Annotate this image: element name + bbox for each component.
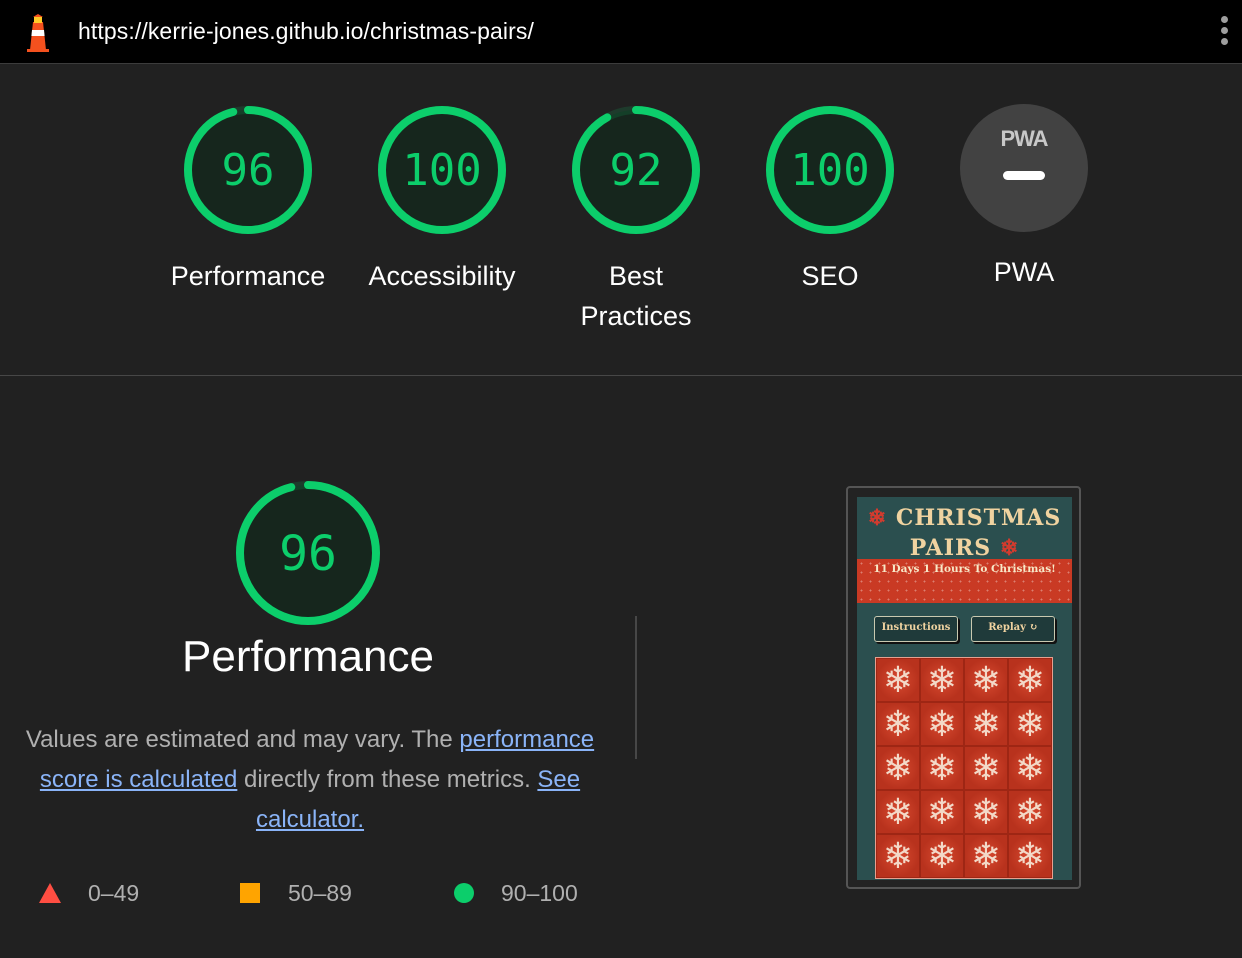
memory-card[interactable]: ❄	[1008, 702, 1052, 746]
memory-card[interactable]: ❄	[876, 702, 920, 746]
pwa-badge-text: PWA	[1000, 126, 1048, 151]
gauge-seo[interactable]: 100 SEO	[740, 104, 920, 296]
memory-card[interactable]: ❄	[920, 746, 964, 790]
description-text: Values are estimated and may vary. The	[25, 726, 460, 753]
gauge-score: 100	[402, 145, 481, 196]
triangle-icon	[39, 883, 61, 903]
card-grid: ❄ ❄ ❄ ❄ ❄ ❄ ❄ ❄ ❄ ❄ ❄ ❄ ❄ ❄ ❄ ❄ ❄ ❄ ❄ ❄	[875, 657, 1053, 879]
screenshot-content: ❄ CHRISTMAS PAIRS ❄ 11 Days 1 Hours To C…	[857, 497, 1072, 880]
performance-title: Performance	[182, 632, 434, 681]
snowflake-icon: ❄	[867, 505, 888, 531]
gauge-label: PWA	[993, 257, 1055, 287]
memory-card[interactable]: ❄	[1008, 834, 1052, 878]
memory-card[interactable]: ❄	[876, 834, 920, 878]
gauge-score: 96	[222, 145, 275, 196]
legend-range: 0–49	[88, 880, 140, 906]
snowflake-icon: ❄	[999, 535, 1020, 561]
gauge-score: 100	[790, 145, 869, 196]
memory-card[interactable]: ❄	[964, 790, 1008, 834]
legend-range: 90–100	[501, 880, 578, 906]
legend-pass: 90–100	[454, 878, 578, 908]
description-text: directly from these metrics.	[237, 766, 538, 793]
memory-card[interactable]: ❄	[964, 702, 1008, 746]
game-title-line2: PAIRS	[909, 535, 992, 561]
legend-range: 50–89	[288, 880, 352, 906]
gauge-label: SEO	[801, 261, 859, 291]
legend-average: 50–89	[240, 878, 352, 908]
gauge-accessibility[interactable]: 100 Accessibility	[352, 104, 532, 296]
pwa-badge: PWA	[960, 104, 1088, 232]
legend-fail: 0–49	[39, 878, 139, 908]
memory-card[interactable]: ❄	[876, 658, 920, 702]
memory-card[interactable]: ❄	[920, 658, 964, 702]
more-vert-icon[interactable]	[1216, 16, 1232, 50]
game-title: ❄ CHRISTMAS PAIRS ❄	[857, 503, 1072, 563]
address-bar: https://kerrie-jones.github.io/christmas…	[0, 0, 1242, 64]
memory-card[interactable]: ❄	[1008, 746, 1052, 790]
circle-icon	[454, 883, 474, 903]
gauge-label: Best Practices	[580, 261, 692, 331]
score-gauges: 96 Performance 100 Accessibility 92 Best…	[0, 66, 1242, 376]
gauge-ring: 96	[184, 106, 312, 234]
memory-card[interactable]: ❄	[876, 746, 920, 790]
memory-card[interactable]: ❄	[1008, 790, 1052, 834]
memory-card[interactable]: ❄	[964, 746, 1008, 790]
memory-card[interactable]: ❄	[876, 790, 920, 834]
vertical-divider	[635, 616, 637, 759]
memory-card[interactable]: ❄	[920, 702, 964, 746]
gauge-performance[interactable]: 96 Performance	[158, 104, 338, 296]
performance-description: Values are estimated and may vary. The p…	[20, 720, 600, 840]
memory-card[interactable]: ❄	[964, 658, 1008, 702]
gauge-ring: 100	[378, 106, 506, 234]
gauge-pwa[interactable]: PWA PWA	[934, 104, 1114, 292]
memory-card[interactable]: ❄	[964, 834, 1008, 878]
game-title-line1: CHRISTMAS	[895, 505, 1062, 531]
dash-icon	[1003, 171, 1045, 180]
score-legend: 0–49 50–89 90–100	[0, 878, 620, 908]
countdown-text: 11 Days 1 Hours To Christmas!	[873, 563, 1056, 575]
lighthouse-icon	[27, 14, 49, 52]
memory-card[interactable]: ❄	[1008, 658, 1052, 702]
instructions-button[interactable]: Instructions	[874, 616, 958, 642]
gauge-label: Accessibility	[368, 261, 516, 291]
square-icon	[240, 883, 260, 903]
gauge-label: Performance	[170, 261, 326, 291]
page-url: https://kerrie-jones.github.io/christmas…	[78, 18, 534, 44]
gauge-ring: 92	[572, 106, 700, 234]
performance-score: 96	[279, 526, 337, 582]
gauge-ring: 100	[766, 106, 894, 234]
performance-gauge: 96	[236, 481, 380, 625]
performance-summary: 96 Performance	[0, 480, 616, 682]
memory-card[interactable]: ❄	[920, 834, 964, 878]
replay-button[interactable]: Replay ↻	[971, 616, 1055, 642]
memory-card[interactable]: ❄	[920, 790, 964, 834]
final-screenshot[interactable]: ❄ CHRISTMAS PAIRS ❄ 11 Days 1 Hours To C…	[846, 486, 1081, 889]
gauge-best-practices[interactable]: 92 Best Practices	[546, 104, 726, 336]
gauge-score: 92	[610, 145, 663, 196]
